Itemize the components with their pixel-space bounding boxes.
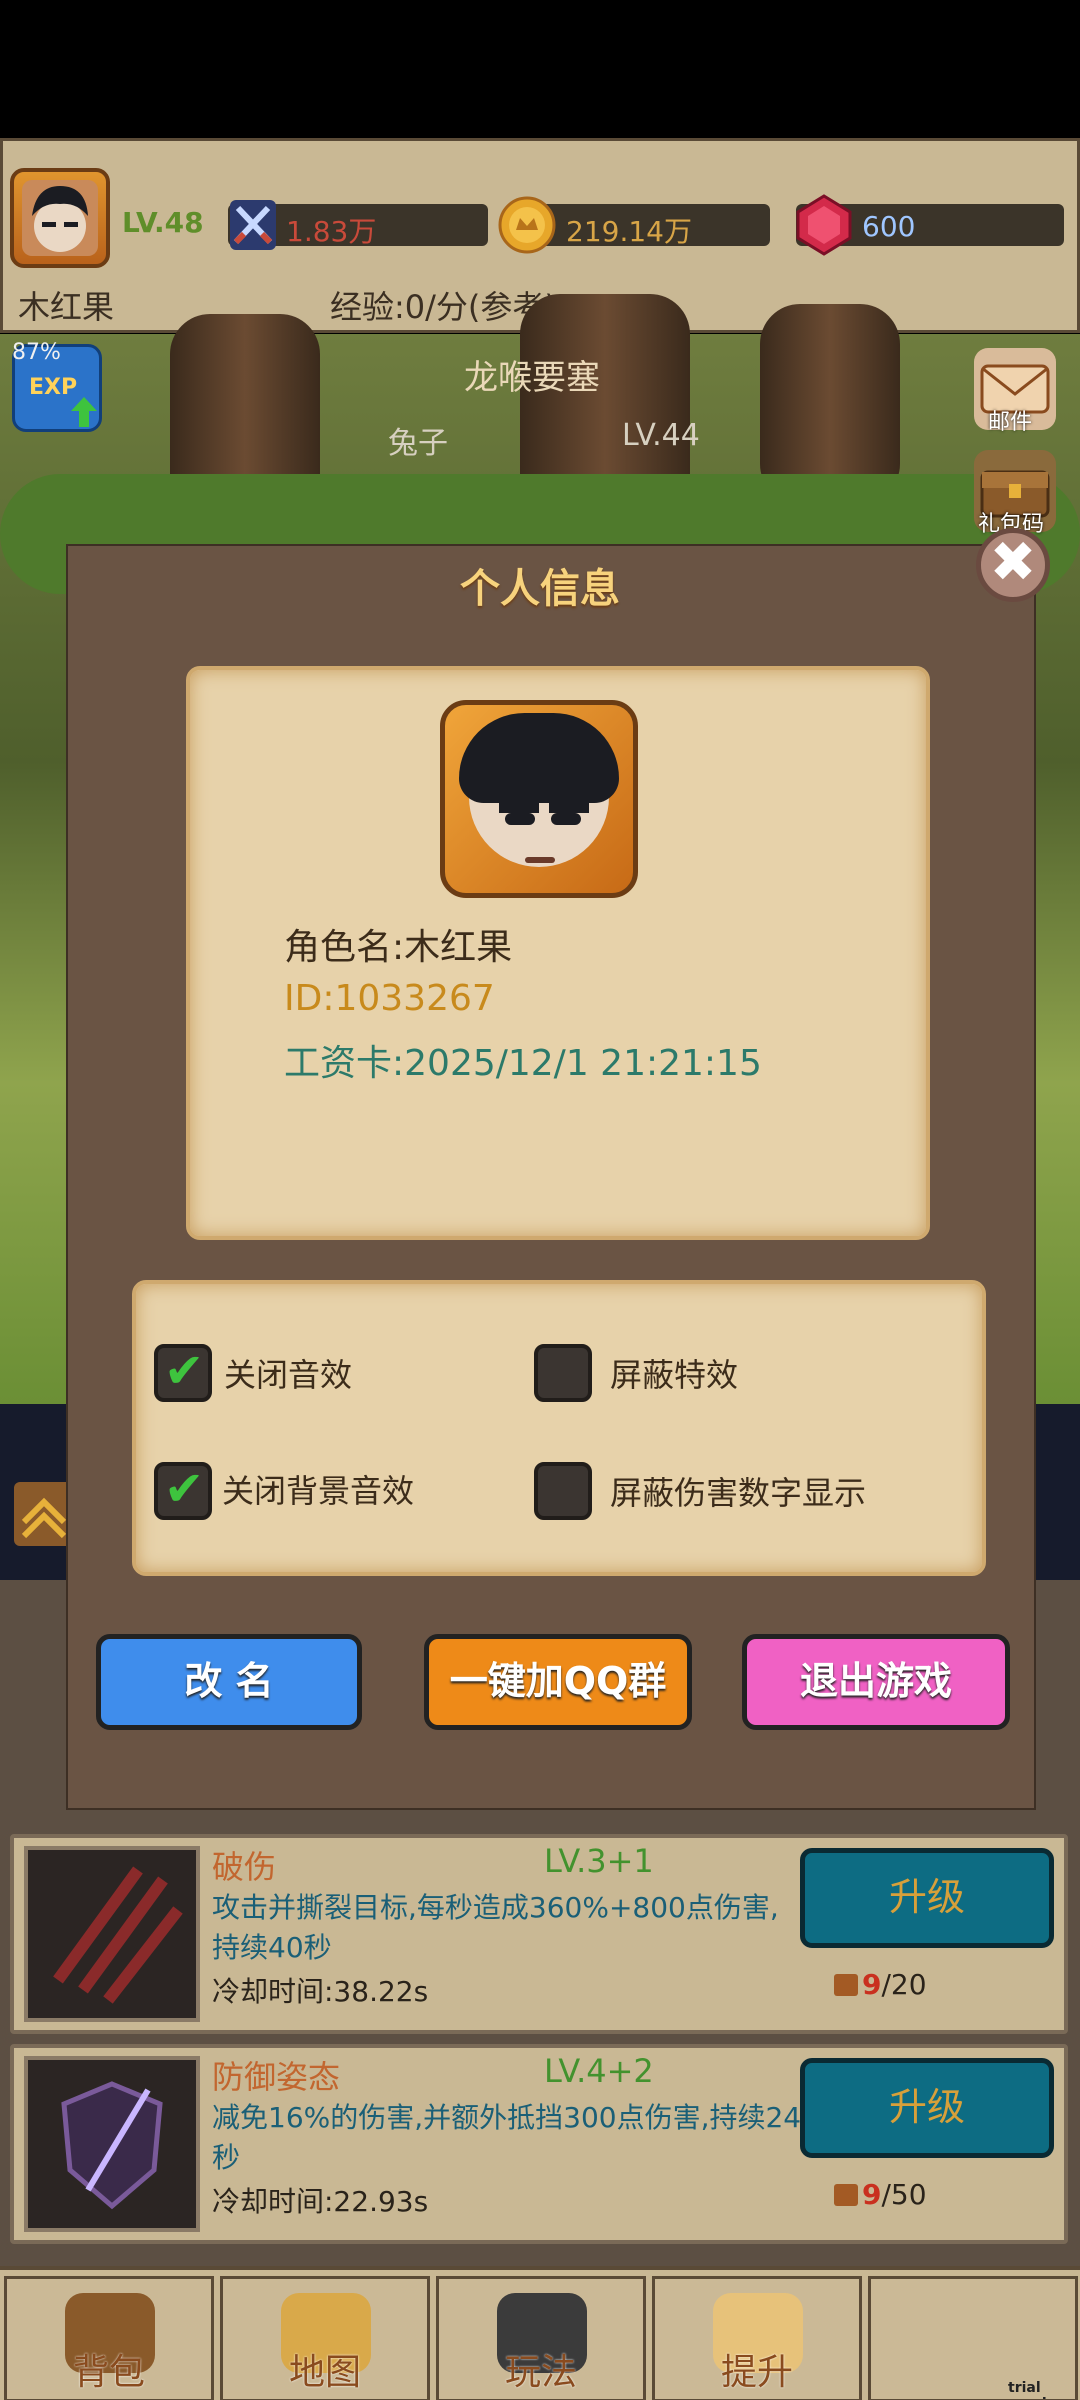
bottom-nav: 背包 地图 玩法 提升 (0, 2266, 1080, 2400)
checkmark-icon: ✔ (164, 1343, 205, 1399)
skill-cooldown: 冷却时间:38.22s (212, 1975, 429, 2008)
checkmark-icon: ✔ (164, 1461, 205, 1517)
exp-percent: 87% (12, 340, 61, 365)
exp-badge-label: EXP (29, 375, 78, 400)
rename-button[interactable]: 改 名 (96, 1634, 362, 1730)
checkbox-hide-effects[interactable] (534, 1344, 592, 1402)
enemy-name: 兔子 (388, 426, 448, 461)
skill-description: 减免16%的伤害,并额外抵挡300点伤害,持续24秒 (212, 2101, 802, 2174)
gem-value: 600 (862, 210, 916, 243)
skill-row: 破伤 LV.3+1 攻击并撕裂目标,每秒造成360%+800点伤害,持续40秒 … (10, 1834, 1068, 2034)
profile-salary-card: 工资卡:2025/12/1 21:21:15 (284, 1043, 762, 1084)
checkbox-hide-damage-numbers[interactable] (534, 1462, 592, 1520)
tab-label: 背包 (72, 2352, 145, 2393)
trial-watermark: trial version (1008, 2380, 1066, 2400)
skill-level: LV.3+1 (544, 1842, 654, 1880)
enemy-level: LV.44 (622, 418, 700, 453)
skill-row: 防御姿态 LV.4+2 减免16%的伤害,并额外抵挡300点伤害,持续24秒 冷… (10, 2044, 1068, 2244)
arrow-up-icon (71, 397, 97, 427)
skill-description: 攻击并撕裂目标,每秒造成360%+800点伤害,持续40秒 (212, 1891, 779, 1964)
close-icon: ✖ (989, 530, 1037, 595)
upgrade-button[interactable]: 升级 (800, 1848, 1054, 1948)
tab-bag[interactable]: 背包 (4, 2276, 214, 2400)
books-owned: 9 (862, 2178, 882, 2211)
rank-chevron-icon (14, 1482, 74, 1546)
skill-book-icon (834, 1974, 858, 1996)
profile-name: 角色名:木红果 (284, 927, 513, 968)
books-required: /50 (881, 2178, 927, 2211)
tab-label: 提升 (720, 2352, 793, 2393)
skill-icon (24, 1846, 200, 2022)
hero-face-icon (22, 180, 98, 256)
skill-icon (24, 2056, 200, 2232)
settings-panel: ✔ 关闭音效 屏蔽特效 ✔ 关闭背景音效 屏蔽伤害数字显示 (132, 1280, 986, 1576)
profile-id: ID:1033267 (284, 978, 495, 1019)
gift-code-button[interactable]: 礼包码 (974, 450, 1056, 537)
gold-value: 219.14万 (566, 215, 692, 248)
tab-gameplay[interactable]: 玩法 (436, 2276, 646, 2400)
option-label: 关闭背景音效 (222, 1472, 415, 1510)
skill-name: 防御姿态 (212, 2058, 341, 2096)
join-qq-group-button[interactable]: 一键加QQ群 (424, 1634, 692, 1730)
option-label: 关闭音效 (224, 1356, 353, 1394)
close-button[interactable]: ✖ (976, 528, 1050, 602)
tab-upgrade[interactable]: 提升 (652, 2276, 862, 2400)
gem-counter: 600 (796, 194, 1064, 256)
tab-label: 玩法 (504, 2352, 577, 2393)
gold-counter: 219.14万 (498, 196, 770, 254)
map-name: 龙喉要塞 (464, 358, 600, 398)
claw-slash-icon (53, 1866, 183, 2004)
ruby-gem-icon (796, 194, 852, 256)
power-value: 1.83万 (286, 215, 377, 248)
power-counter: 1.83万 (228, 200, 488, 250)
skill-book-count: 9/50 (862, 2178, 927, 2211)
swords-icon (230, 200, 276, 250)
option-label: 屏蔽特效 (610, 1356, 739, 1394)
skill-book-count: 9/20 (862, 1968, 927, 2001)
skill-cooldown: 冷却时间:22.93s (212, 2185, 429, 2218)
books-required: /20 (881, 1968, 927, 2001)
books-owned: 9 (862, 1968, 882, 2001)
tab-label: 地图 (288, 2352, 361, 2393)
skill-book-icon (834, 2184, 858, 2206)
option-label: 屏蔽伤害数字显示 (610, 1474, 867, 1512)
upgrade-button[interactable]: 升级 (800, 2058, 1054, 2158)
mail-label: 邮件 (988, 410, 1033, 435)
game-screen: { "header": { "player_level": "LV.48", "… (0, 0, 1080, 2400)
shield-icon (61, 2081, 163, 2210)
player-level: LV.48 (122, 206, 204, 239)
mail-button[interactable]: 邮件 (974, 348, 1056, 435)
player-name: 木红果 (18, 288, 115, 326)
gold-coin-icon (498, 196, 556, 254)
checkbox-mute-bgm[interactable]: ✔ (154, 1461, 212, 1520)
tab-map[interactable]: 地图 (220, 2276, 430, 2400)
skill-name: 破伤 (212, 1848, 277, 1886)
skill-level: LV.4+2 (544, 2052, 654, 2090)
dialog-title: 个人信息 (460, 566, 620, 612)
checkbox-mute-sfx[interactable]: ✔ (154, 1343, 212, 1402)
player-avatar[interactable] (10, 168, 110, 268)
exit-game-button[interactable]: 退出游戏 (742, 1634, 1010, 1730)
profile-avatar (440, 700, 638, 898)
